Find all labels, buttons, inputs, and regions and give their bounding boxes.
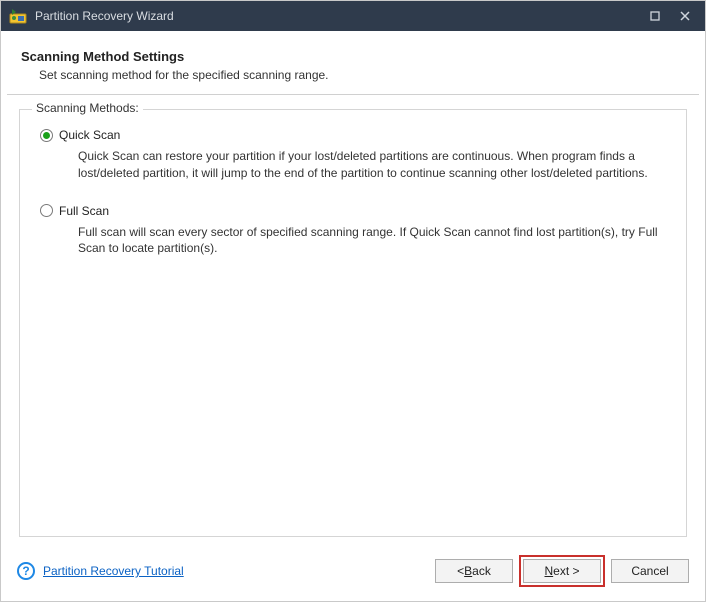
- cancel-button[interactable]: Cancel: [611, 559, 689, 583]
- next-button[interactable]: Next >: [523, 559, 601, 583]
- back-prefix: <: [457, 564, 464, 578]
- option-full-scan: Full Scan Full scan will scan every sect…: [38, 204, 668, 258]
- next-mnemonic: N: [544, 564, 553, 578]
- next-button-highlight: Next >: [519, 555, 605, 587]
- footer: ? Partition Recovery Tutorial < Back Nex…: [1, 545, 705, 601]
- header: Scanning Method Settings Set scanning me…: [1, 31, 705, 94]
- close-button[interactable]: [671, 5, 699, 27]
- tutorial-link[interactable]: Partition Recovery Tutorial: [43, 564, 184, 578]
- option-quick-scan: Quick Scan Quick Scan can restore your p…: [38, 128, 668, 182]
- help-area: ? Partition Recovery Tutorial: [17, 562, 184, 580]
- window-controls: [641, 5, 699, 27]
- option-description: Full scan will scan every sector of spec…: [78, 224, 658, 258]
- page-title: Scanning Method Settings: [21, 49, 685, 64]
- page-subtitle: Set scanning method for the specified sc…: [39, 68, 685, 82]
- content: Scanning Methods: Quick Scan Quick Scan …: [1, 95, 705, 545]
- maximize-button[interactable]: [641, 5, 669, 27]
- group-legend: Scanning Methods:: [32, 101, 143, 115]
- option-label: Quick Scan: [59, 128, 120, 142]
- option-label: Full Scan: [59, 204, 109, 218]
- back-button[interactable]: < Back: [435, 559, 513, 583]
- next-suffix: ext >: [553, 564, 579, 578]
- help-icon: ?: [17, 562, 35, 580]
- radio-full-scan[interactable]: Full Scan: [40, 204, 668, 218]
- scanning-methods-group: Scanning Methods: Quick Scan Quick Scan …: [19, 109, 687, 537]
- back-mnemonic: B: [464, 564, 472, 578]
- radio-indicator-icon: [40, 129, 53, 142]
- option-description: Quick Scan can restore your partition if…: [78, 148, 658, 182]
- radio-quick-scan[interactable]: Quick Scan: [40, 128, 668, 142]
- back-suffix: ack: [472, 564, 491, 578]
- window-title: Partition Recovery Wizard: [35, 9, 641, 23]
- radio-indicator-icon: [40, 204, 53, 217]
- title-bar: Partition Recovery Wizard: [1, 1, 705, 31]
- app-icon: [9, 7, 27, 25]
